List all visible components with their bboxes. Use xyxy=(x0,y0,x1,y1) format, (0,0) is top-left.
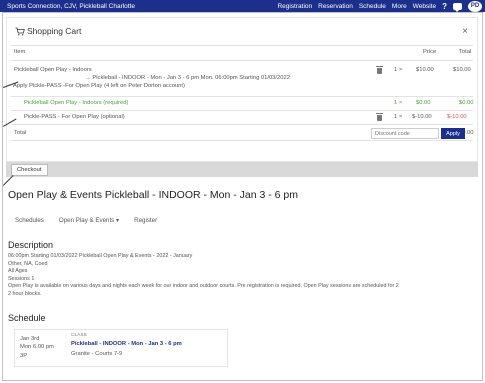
pass-item-price: $-10.00 xyxy=(412,114,432,120)
nav-website[interactable]: Website xyxy=(413,3,436,10)
col-total-header: Total xyxy=(459,49,472,55)
schedule-extra: 3P xyxy=(20,353,28,359)
cart-item-price: $10.00 xyxy=(416,67,434,73)
cart-header: Shopping Cart xyxy=(15,26,81,36)
col-item-header: Item xyxy=(14,49,26,55)
shopping-cart-panel: Shopping Cart × Item Price Total Pickleb… xyxy=(6,17,478,162)
checkout-button[interactable]: Checkout xyxy=(11,164,48,176)
divider xyxy=(11,140,473,141)
nav-registration[interactable]: Registration xyxy=(277,3,312,10)
top-nav-bar: Sports Connection, CJV, Pickleball Charl… xyxy=(0,0,485,12)
desc-line: Other, NA, Coed xyxy=(8,260,48,267)
desc-line: Sessions 1 xyxy=(8,275,35,282)
cart-title: Shopping Cart xyxy=(27,26,82,36)
chat-icon[interactable] xyxy=(453,2,462,12)
divider xyxy=(11,45,473,46)
schedule-event-link[interactable]: Pickleball - INDOOR - Mon - Jan 3 - 6 pm xyxy=(71,341,182,347)
schedule-heading: Schedule xyxy=(8,313,46,323)
required-item-total: $0.00 xyxy=(459,100,474,106)
tab-register[interactable]: Register xyxy=(134,217,157,224)
trash-icon[interactable] xyxy=(376,113,383,121)
required-item-price: $0.00 xyxy=(416,100,431,106)
schedule-card[interactable]: Jan 3rd Mon 6:00 pm 3P CLASS Pickleball … xyxy=(14,329,228,367)
avatar[interactable]: PD xyxy=(468,0,482,12)
trash-icon[interactable] xyxy=(376,66,383,74)
cart-item-detail: → Pickleball - INDOOR - Mon - Jan 3 - 6 … xyxy=(85,75,290,81)
schedule-category: CLASS xyxy=(71,333,87,338)
page-title: Open Play & Events Pickleball - INDOOR -… xyxy=(8,189,299,201)
required-item-qty: 1 × xyxy=(394,100,403,106)
nav-reservation[interactable]: Reservation xyxy=(318,3,353,10)
cart-icon xyxy=(15,27,25,35)
discount-code-input[interactable] xyxy=(371,128,439,139)
description-text: 06:00pm Starting 01/03/2022 Pickleball O… xyxy=(8,253,478,299)
apply-button[interactable]: Apply xyxy=(441,128,465,139)
pass-item-total: $-10.00 xyxy=(447,114,467,120)
divider xyxy=(11,96,473,97)
top-nav-links: Registration Reservation Schedule More W… xyxy=(277,0,482,12)
nav-more[interactable]: More xyxy=(392,3,407,10)
pass-item-name: Pickle-PASS - For Open Play (optional) xyxy=(24,114,125,120)
divider xyxy=(11,60,473,61)
divider xyxy=(11,124,473,125)
tab-schedules[interactable]: Schedules xyxy=(15,217,44,224)
site-title[interactable]: Sports Connection, CJV, Pickleball Charl… xyxy=(7,3,277,10)
cart-item-qty: 1 × xyxy=(394,67,403,73)
apply-pass-label: Apply Pickle-PASS -For Open Play (4 left… xyxy=(13,83,185,89)
schedule-location: Granite - Courts 7-9 xyxy=(71,351,123,357)
desc-line: All Ages xyxy=(8,268,28,275)
schedule-date: Jan 3rd xyxy=(20,336,40,342)
checkout-bar xyxy=(6,162,478,177)
tab-open-play-events[interactable]: Open Play & Events ▾ xyxy=(59,217,119,224)
divider xyxy=(11,110,473,111)
desc-line: 06:00pm Starting 01/03/2022 Pickleball O… xyxy=(8,253,193,259)
close-icon[interactable]: × xyxy=(462,26,468,37)
desc-line: 2 hour blocks. xyxy=(8,290,42,297)
description-heading: Description xyxy=(8,240,54,250)
page-tabs: Schedules Open Play & Events ▾ Register xyxy=(15,217,157,224)
cart-item-name: Pickleball Open Play - Indoors xyxy=(14,67,92,73)
total-label: Total xyxy=(14,130,27,136)
pass-item-qty: 1 × xyxy=(394,114,403,120)
nav-schedule[interactable]: Schedule xyxy=(359,3,386,10)
schedule-time: Mon 6:00 pm xyxy=(20,344,54,350)
help-icon[interactable]: ? xyxy=(442,2,447,11)
required-item-name: Pickleball Open Play - Indoors (required… xyxy=(24,100,129,106)
cart-item-total: $10.00 xyxy=(453,67,471,73)
desc-line: Open Play is available on various days a… xyxy=(8,283,399,290)
col-price-header: Price xyxy=(423,49,437,55)
